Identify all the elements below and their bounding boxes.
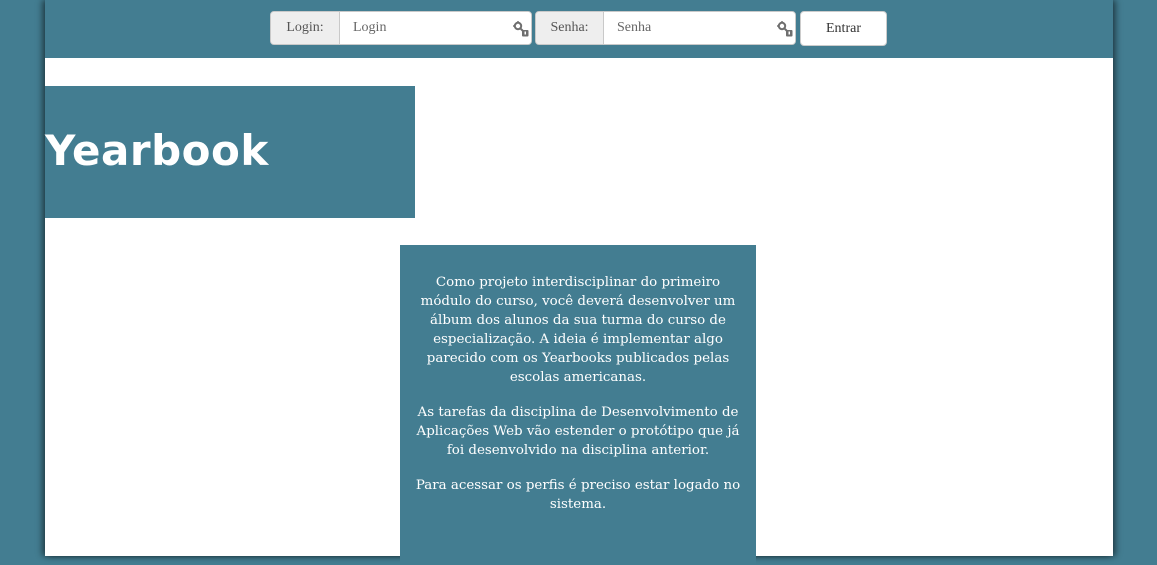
login-field-group: Login: bbox=[270, 11, 532, 45]
entrar-button[interactable]: Entrar bbox=[800, 11, 887, 46]
page-container: Login: Senha: bbox=[45, 0, 1113, 565]
key-icon bbox=[513, 21, 529, 37]
top-bar: Login: Senha: bbox=[45, 0, 1113, 58]
banner: Yearbook bbox=[45, 86, 415, 218]
senha-input[interactable] bbox=[604, 12, 795, 44]
site-title: Yearbook bbox=[45, 126, 269, 175]
login-label: Login: bbox=[271, 12, 340, 44]
info-paragraph-tasks: As tarefas da disciplina de Desenvolvime… bbox=[416, 405, 740, 458]
info-paragraph-login-notice: Para acessar os perfis é preciso estar l… bbox=[415, 478, 741, 512]
login-input-wrap bbox=[340, 12, 531, 44]
key-icon bbox=[777, 21, 793, 37]
info-paragraph-intro: Como projeto interdisciplinar do primeir… bbox=[420, 275, 736, 385]
senha-input-wrap bbox=[604, 12, 795, 44]
info-box: Como projeto interdisciplinar do primeir… bbox=[400, 245, 756, 565]
login-input[interactable] bbox=[340, 12, 531, 44]
senha-field-group: Senha: bbox=[535, 11, 796, 45]
senha-label: Senha: bbox=[536, 12, 604, 44]
